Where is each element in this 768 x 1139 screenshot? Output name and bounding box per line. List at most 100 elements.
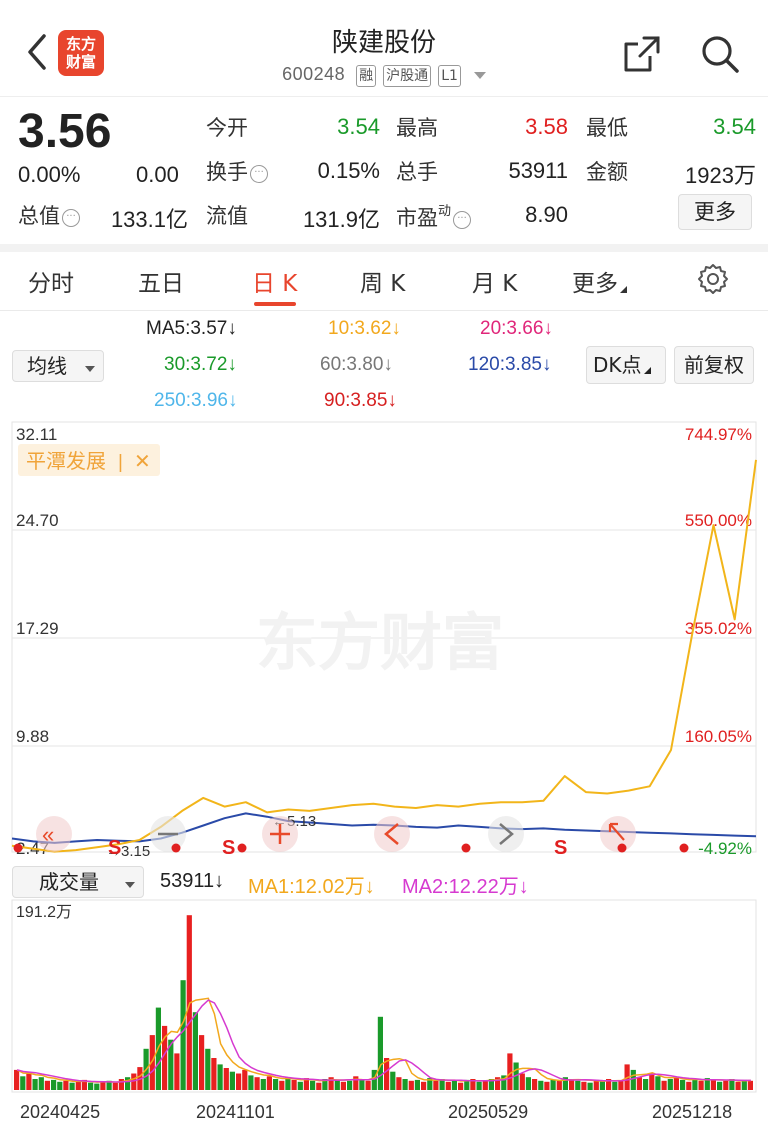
event-dot[interactable] (617, 843, 627, 853)
volume-bar (525, 1077, 531, 1090)
tab-five-day[interactable]: 五日 (138, 264, 184, 298)
tab-weekly-k[interactable]: 周 K (360, 264, 405, 298)
sell-marker[interactable]: S (108, 837, 121, 859)
volume-bar (192, 1012, 198, 1090)
volume-bars (14, 915, 753, 1090)
tag-connect: 沪股通 (383, 65, 432, 87)
dk-point-button[interactable]: DK点 (586, 346, 666, 384)
ma60-value: 60:3.80↓ (320, 354, 393, 375)
volume-bar (38, 1077, 44, 1090)
volume-bar (402, 1079, 408, 1090)
quote-panel: 3.56 0.00% 0.00 总值 ··· 133.1亿 今开 3.54 换手 ·… (0, 98, 768, 238)
info-icon[interactable]: ··· (250, 165, 268, 183)
market-cap-label[interactable]: 总值 ··· (18, 200, 80, 230)
volume-bar (636, 1077, 642, 1090)
share-icon[interactable] (620, 32, 664, 76)
more-button[interactable]: 更多 (678, 194, 752, 230)
volume-chart[interactable]: 191.2万 20240425 20241101 20250529 202512… (0, 898, 768, 1139)
ma-selector[interactable]: 均线 (12, 350, 104, 382)
y-tick-right: 744.97% (685, 425, 752, 444)
pe-value: 8.90 (525, 202, 568, 227)
volume-bar (544, 1081, 550, 1090)
price-compare-chart[interactable]: 东方财富 32.11 24.70 17.29 9.88 2.47 744.97%… (0, 420, 768, 860)
volume-selector-label: 成交量 (39, 870, 99, 894)
volume-bar (63, 1080, 69, 1090)
tab-intraday[interactable]: 分时 (28, 264, 74, 298)
volume-bar (390, 1071, 396, 1090)
volume-bar (211, 1058, 217, 1090)
y-tick-left: 9.88 (16, 727, 49, 746)
compare-label: 平潭发展 (26, 449, 106, 473)
volume-ma2: MA2:12.22万↓ (402, 876, 529, 898)
expand-arrow-icon[interactable] (473, 71, 486, 79)
gear-icon[interactable] (696, 262, 730, 296)
active-tab-indicator (254, 302, 296, 306)
stock-code: 600248 (282, 64, 346, 84)
sell-marker[interactable]: S (222, 837, 235, 859)
volume-bar (717, 1081, 723, 1090)
ma20-value: 20:3.66↓ (480, 318, 553, 339)
y-tick-right: 160.05% (685, 727, 752, 746)
volume-bar (334, 1079, 340, 1090)
y-tick-left: 32.11 (16, 425, 57, 444)
dk-label: DK点 (593, 353, 642, 377)
volume-bar (316, 1082, 322, 1090)
market-cap-value: 133.1亿 (110, 207, 188, 232)
float-cap-value: 131.9亿 (302, 207, 380, 232)
x-date-label: 20250529 (448, 1102, 528, 1122)
compare-close-icon[interactable]: ✕ (134, 451, 151, 473)
next-button[interactable] (488, 816, 524, 852)
event-dot[interactable] (461, 843, 471, 853)
pipe: | (118, 452, 123, 473)
turnover-label[interactable]: 换手 ··· (206, 156, 268, 186)
volume-bar (692, 1079, 698, 1090)
watermark: 东方财富 (256, 606, 504, 679)
volume-bar (359, 1079, 365, 1090)
volume-bar (347, 1080, 353, 1090)
volume-bar (408, 1080, 414, 1090)
adjust-button[interactable]: 前复权 (674, 346, 754, 384)
event-dot[interactable] (171, 843, 181, 853)
volume-bar (20, 1076, 26, 1090)
volume-bar (680, 1079, 686, 1090)
volume-value: 53911↓ (160, 870, 225, 892)
volume-bar (587, 1082, 593, 1090)
volume-bar (433, 1080, 439, 1090)
event-dot[interactable] (679, 843, 689, 853)
volume-bar (612, 1081, 618, 1090)
info-icon[interactable]: ··· (453, 211, 472, 229)
volume-bar (180, 980, 186, 1090)
info-icon[interactable]: ··· (62, 209, 80, 227)
volume-bar (667, 1079, 673, 1090)
volume-bar (661, 1080, 667, 1090)
event-dot[interactable] (237, 843, 247, 853)
volume-bar (57, 1081, 63, 1090)
volume-bar (205, 1048, 211, 1090)
sell-marker[interactable]: S (554, 837, 567, 859)
open-label: 今开 (206, 116, 248, 140)
tab-daily-k[interactable]: 日 K (252, 264, 297, 298)
volume-bar (575, 1080, 581, 1090)
volume-bar (51, 1079, 57, 1090)
volume-bar (649, 1073, 655, 1090)
pe-label[interactable]: 市盈动 ··· (396, 200, 472, 232)
volume-header: 成交量 53911↓ MA1:12.02万↓ MA2:12.22万↓ (0, 864, 768, 900)
volume-bar (236, 1073, 242, 1090)
volume-bar (125, 1077, 131, 1090)
volume-selector[interactable]: 成交量 (12, 866, 144, 898)
volume-bar (686, 1081, 692, 1090)
volume-bar (396, 1077, 402, 1090)
volume-bar (532, 1079, 538, 1090)
volume-bar (266, 1076, 272, 1090)
tab-monthly-k[interactable]: 月 K (472, 264, 517, 298)
prev-button[interactable] (374, 816, 410, 852)
volume-bar (630, 1069, 636, 1090)
volume-ma1: MA1:12.02万↓ (248, 876, 375, 898)
event-dot[interactable] (13, 843, 23, 853)
volume-bar (100, 1081, 106, 1090)
search-icon[interactable] (698, 32, 742, 76)
tab-more[interactable]: 更多 (572, 264, 627, 298)
y-tick-right: -4.92% (698, 839, 752, 858)
top-bar: 东方 财富 陕建股份 600248 融 沪股通 L1 (0, 0, 768, 96)
volume-bar (273, 1079, 279, 1090)
